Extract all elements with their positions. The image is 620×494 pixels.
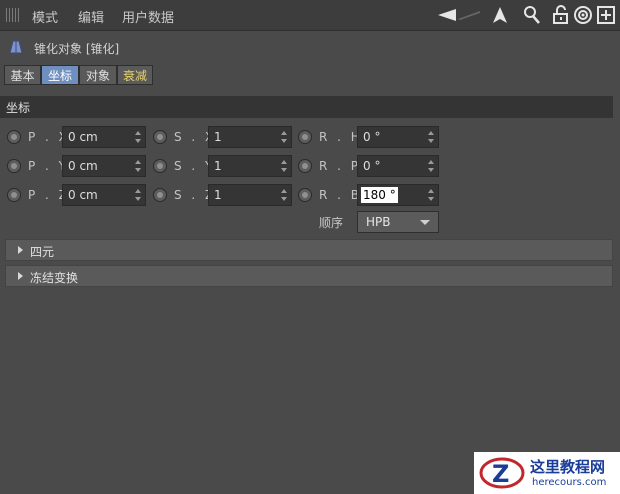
px-field[interactable]: 0 cm — [62, 126, 146, 148]
grip-icon[interactable] — [6, 8, 20, 22]
group-freeze-transform[interactable]: 冻结变换 — [5, 265, 613, 287]
rotation-order-value: HPB — [366, 215, 391, 229]
py-value[interactable]: 0 cm — [68, 159, 98, 173]
expand-triangle-icon[interactable] — [18, 272, 23, 280]
section-header: 坐标 — [0, 96, 613, 118]
rp-label: R . P — [319, 159, 362, 173]
target-icon[interactable] — [573, 5, 593, 25]
animate-sx-radio[interactable] — [153, 130, 167, 144]
rb-value[interactable]: 180 ° — [361, 187, 398, 203]
sz-value[interactable]: 1 — [214, 188, 222, 202]
px-value[interactable]: 0 cm — [68, 130, 98, 144]
add-panel-icon[interactable] — [596, 5, 616, 25]
rh-field[interactable]: 0 ° — [357, 126, 439, 148]
pz-value[interactable]: 0 cm — [68, 188, 98, 202]
order-label: 顺序 — [319, 216, 344, 230]
rp-value[interactable]: 0 ° — [363, 159, 380, 173]
animate-sz-radio[interactable] — [153, 188, 167, 202]
sy-value[interactable]: 1 — [214, 159, 222, 173]
py-field[interactable]: 0 cm — [62, 155, 146, 177]
section-title: 坐标 — [6, 101, 31, 115]
watermark-line2: herecours.com — [532, 477, 607, 488]
spinner-icon[interactable] — [281, 130, 287, 144]
spinner-icon[interactable] — [428, 188, 434, 202]
rb-label: R . B — [319, 188, 363, 202]
spinner-icon[interactable] — [135, 159, 141, 173]
group-quaternion[interactable]: 四元 — [5, 239, 613, 261]
spinner-icon[interactable] — [135, 130, 141, 144]
animate-rp-radio[interactable] — [298, 159, 312, 173]
pz-field[interactable]: 0 cm — [62, 184, 146, 206]
menu-bar: 模式 编辑 用户数据 — [0, 0, 620, 31]
spinner-icon[interactable] — [281, 159, 287, 173]
sx-field[interactable]: 1 — [208, 126, 292, 148]
sy-field[interactable]: 1 — [208, 155, 292, 177]
svg-text:Z: Z — [492, 460, 509, 488]
rotation-order-dropdown[interactable]: HPB — [357, 211, 439, 233]
tab-object[interactable]: 对象 — [79, 65, 117, 85]
sx-value[interactable]: 1 — [214, 130, 222, 144]
menu-edit[interactable]: 编辑 — [78, 7, 104, 26]
watermark-line1: 这里教程网 — [530, 458, 606, 476]
animate-rb-radio[interactable] — [298, 188, 312, 202]
watermark-logo: Z 这里教程网 herecours.com — [474, 452, 620, 494]
rh-value[interactable]: 0 ° — [363, 130, 380, 144]
arrow-up-icon[interactable] — [490, 5, 510, 25]
sz-field[interactable]: 1 — [208, 184, 292, 206]
rp-field[interactable]: 0 ° — [357, 155, 439, 177]
tab-coordinates[interactable]: 坐标 — [41, 65, 79, 85]
animate-px-radio[interactable] — [7, 130, 21, 144]
search-icon[interactable] — [522, 5, 542, 25]
chevron-down-icon — [420, 220, 430, 225]
animate-sy-radio[interactable] — [153, 159, 167, 173]
site-logo-icon: Z — [479, 457, 525, 489]
spinner-icon[interactable] — [428, 159, 434, 173]
menu-mode[interactable]: 模式 — [32, 7, 58, 26]
rb-field[interactable]: 180 ° — [357, 184, 439, 206]
animate-py-radio[interactable] — [7, 159, 21, 173]
animate-pz-radio[interactable] — [7, 188, 21, 202]
menu-userdata[interactable]: 用户数据 — [122, 7, 174, 26]
spinner-icon[interactable] — [135, 188, 141, 202]
spinner-icon[interactable] — [428, 130, 434, 144]
unlock-icon[interactable] — [551, 5, 571, 25]
spinner-icon[interactable] — [281, 188, 287, 202]
taper-deformer-icon — [9, 40, 23, 54]
expand-triangle-icon[interactable] — [18, 246, 23, 254]
arrow-left-icon[interactable] — [436, 5, 484, 25]
tab-falloff[interactable]: 衰减 — [117, 65, 153, 85]
group-freeze-transform-label: 冻结变换 — [30, 271, 79, 285]
object-title: 锥化对象 [锥化] — [34, 42, 120, 56]
tab-basic[interactable]: 基本 — [4, 65, 41, 85]
group-quaternion-label: 四元 — [30, 245, 55, 259]
animate-rh-radio[interactable] — [298, 130, 312, 144]
